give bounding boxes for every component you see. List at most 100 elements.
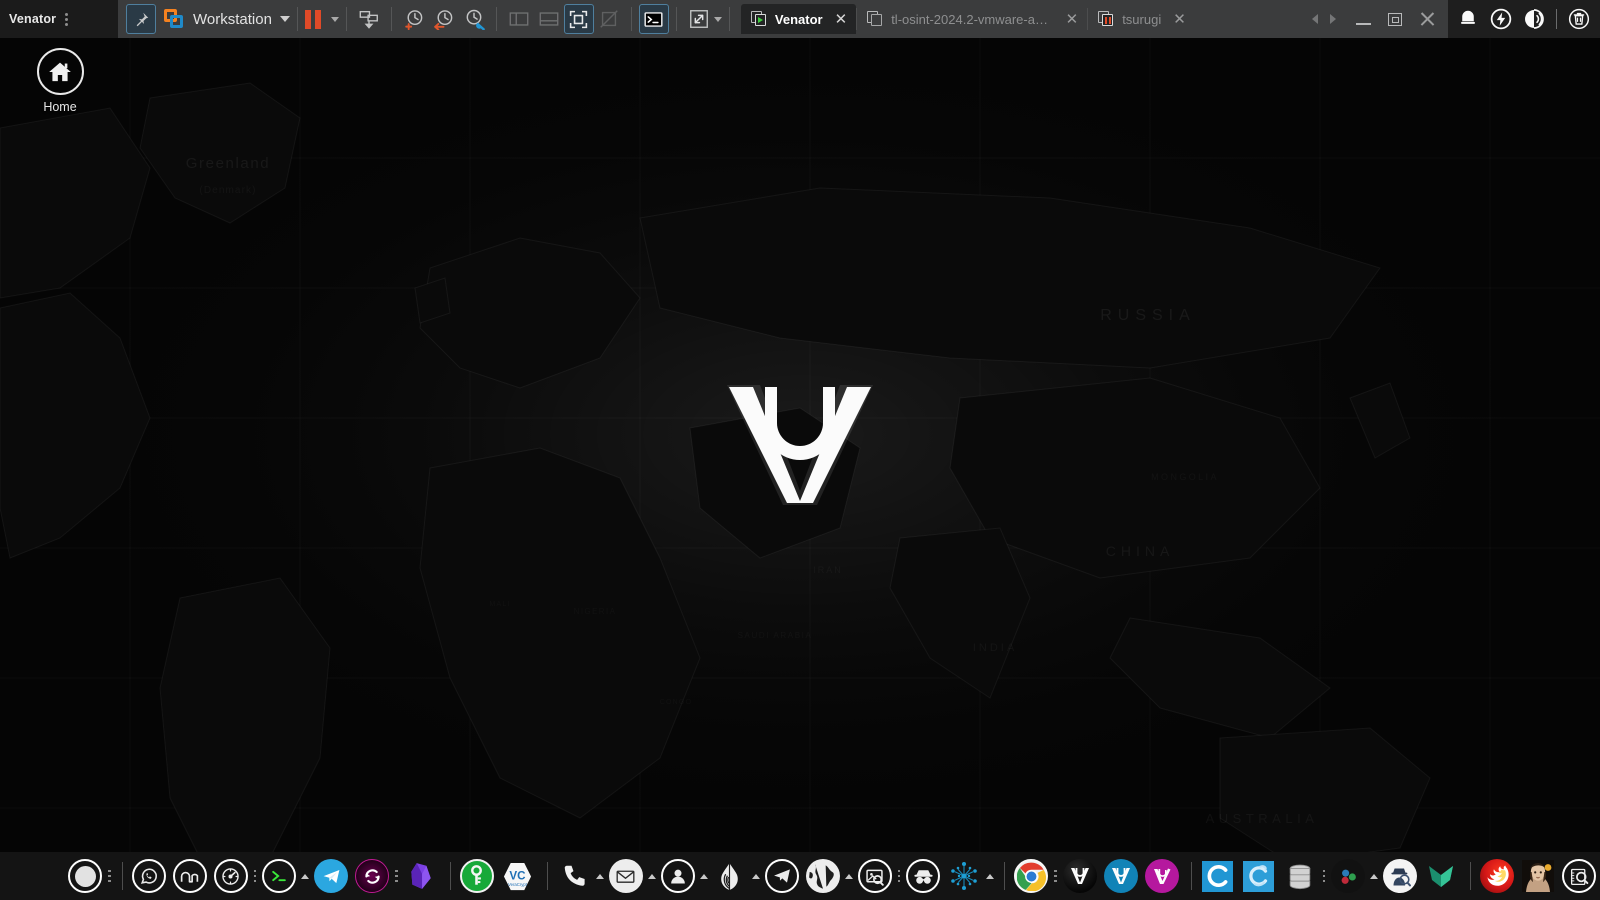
dock-web[interactable] <box>804 857 842 895</box>
dock-expand-arrow[interactable] <box>844 873 853 879</box>
dock-sync[interactable] <box>353 857 391 895</box>
vm-paused-icon <box>1098 11 1114 27</box>
lightning-bolt-icon[interactable] <box>1490 8 1512 30</box>
close-icon[interactable]: ✕ <box>1066 12 1079 27</box>
maximize-button[interactable] <box>1380 5 1410 33</box>
minimize-button[interactable] <box>1348 5 1378 33</box>
dock-veracrypt[interactable]: VC VeraCrypt <box>499 857 537 895</box>
dock-expand-arrow[interactable] <box>647 873 656 879</box>
dock-keepass[interactable] <box>458 857 496 895</box>
send-ctrl-alt-del-button[interactable] <box>354 4 384 34</box>
dock-cherrytree[interactable] <box>1199 857 1237 895</box>
dock-venator-black[interactable] <box>1061 857 1099 895</box>
show-library-button[interactable] <box>504 4 534 34</box>
dock-overflow-dots[interactable] <box>253 869 256 883</box>
dock-whatsapp[interactable] <box>130 857 168 895</box>
dock-terminal[interactable] <box>260 857 298 895</box>
svg-text:VC: VC <box>509 869 526 882</box>
dock-overflow-dots[interactable] <box>395 869 398 883</box>
take-snapshot-button[interactable] <box>399 4 429 34</box>
dock-leaf[interactable] <box>1422 857 1460 895</box>
close-icon[interactable]: ✕ <box>1173 12 1186 27</box>
product-dropdown-icon[interactable] <box>279 16 290 22</box>
clock-plus-icon <box>405 10 423 30</box>
pause-dropdown-icon[interactable] <box>330 16 339 22</box>
pin-button[interactable] <box>126 4 156 34</box>
incognito-icon <box>906 859 940 893</box>
dock-divider <box>449 862 451 890</box>
vm-tab-label: tsurugi <box>1122 11 1162 27</box>
signal-wave-icon <box>172 859 207 893</box>
pause-button[interactable] <box>304 9 321 29</box>
panel-bottom-icon <box>539 12 559 26</box>
chevron-left-icon[interactable] <box>1312 14 1318 24</box>
dock-contacts[interactable] <box>659 857 697 895</box>
dock-database[interactable] <box>1281 857 1319 895</box>
vm-tab-label: Venator <box>774 11 823 27</box>
magnifier-icon <box>1562 859 1596 893</box>
dock-expand-arrow[interactable] <box>595 873 604 879</box>
desktop-icon-home[interactable]: Home <box>24 48 96 114</box>
dock-venator-magenta[interactable] <box>1143 857 1181 895</box>
dock-overflow-dots[interactable] <box>108 869 111 883</box>
dock-portrait-app[interactable] <box>1519 857 1557 895</box>
dock-venator-blue[interactable] <box>1102 857 1140 895</box>
bell-icon[interactable] <box>1457 8 1479 30</box>
dock-incognito[interactable] <box>904 857 942 895</box>
titlebar: Venator Workstation Venator ✕ tl-osint-2… <box>0 0 1600 38</box>
revert-snapshot-button[interactable] <box>429 4 459 34</box>
dock-cherrytree-alt[interactable] <box>1240 857 1278 895</box>
dock-phone[interactable] <box>555 857 593 895</box>
dock-overflow-dots[interactable] <box>897 869 900 883</box>
dock-mail[interactable] <box>607 857 645 895</box>
dock-overflow-dots[interactable] <box>1054 869 1057 883</box>
manage-snapshots-button[interactable] <box>459 4 489 34</box>
dock-expand-arrow[interactable] <box>301 873 309 879</box>
dock: VC VeraCrypt <box>0 852 1600 900</box>
svg-text:VeraCrypt: VeraCrypt <box>508 882 528 887</box>
dock-search[interactable] <box>1560 857 1598 895</box>
unity-mode-button[interactable] <box>594 4 624 34</box>
dock-color-picker[interactable] <box>1329 857 1367 895</box>
console-view-button[interactable] <box>638 4 669 34</box>
vm-tab-tsurugi[interactable]: tsurugi ✕ <box>1088 4 1195 34</box>
dock-speedometer[interactable] <box>212 857 250 895</box>
show-thumbnail-bar-button[interactable] <box>534 4 564 34</box>
dock-tor[interactable] <box>711 857 749 895</box>
dock-overflow-dots[interactable] <box>1322 869 1325 883</box>
dock-firefox[interactable] <box>1478 857 1516 895</box>
dock-image-search[interactable] <box>856 857 894 895</box>
cherrytree-note-icon <box>1243 860 1274 892</box>
veracrypt-icon: VC VeraCrypt <box>502 860 534 892</box>
app-title: Venator <box>9 12 57 26</box>
dock-maltego[interactable] <box>945 857 983 895</box>
venator-check-icon <box>1144 859 1179 893</box>
close-window-button[interactable] <box>1412 5 1442 33</box>
dock-obsidian[interactable] <box>402 857 440 895</box>
trash-icon[interactable] <box>1568 8 1590 30</box>
dock-signal[interactable] <box>171 857 209 895</box>
chevron-right-icon[interactable] <box>1330 14 1336 24</box>
dock-expand-arrow[interactable] <box>1370 873 1378 879</box>
dock-expand-arrow[interactable] <box>699 873 708 879</box>
dock-app-menu[interactable] <box>66 857 104 895</box>
full-screen-button[interactable] <box>563 4 594 34</box>
speaker-icon[interactable] <box>1523 8 1545 30</box>
dock-chrome[interactable] <box>1012 857 1050 895</box>
kebab-menu-icon[interactable] <box>65 12 69 26</box>
app-name-region: Venator <box>0 0 118 38</box>
vmware-logo-icon <box>164 9 184 29</box>
stretch-view-button[interactable] <box>684 4 714 34</box>
view-dropdown-icon[interactable] <box>713 16 722 22</box>
vm-tab-tl-osint[interactable]: tl-osint-2024.2-vmware-amd64 ✕ <box>857 4 1087 34</box>
dock-expand-arrow[interactable] <box>986 873 994 879</box>
dock-expand-arrow[interactable] <box>751 873 760 879</box>
dock-investigator[interactable] <box>1381 857 1419 895</box>
svg-text:IRAN: IRAN <box>813 565 843 575</box>
vm-tab-venator[interactable]: Venator ✕ <box>740 4 857 34</box>
dock-telegram-alt[interactable] <box>763 857 801 895</box>
close-icon[interactable]: ✕ <box>835 12 848 27</box>
sync-refresh-icon <box>355 859 389 893</box>
dock-telegram[interactable] <box>312 857 350 895</box>
detective-icon <box>1383 859 1417 893</box>
